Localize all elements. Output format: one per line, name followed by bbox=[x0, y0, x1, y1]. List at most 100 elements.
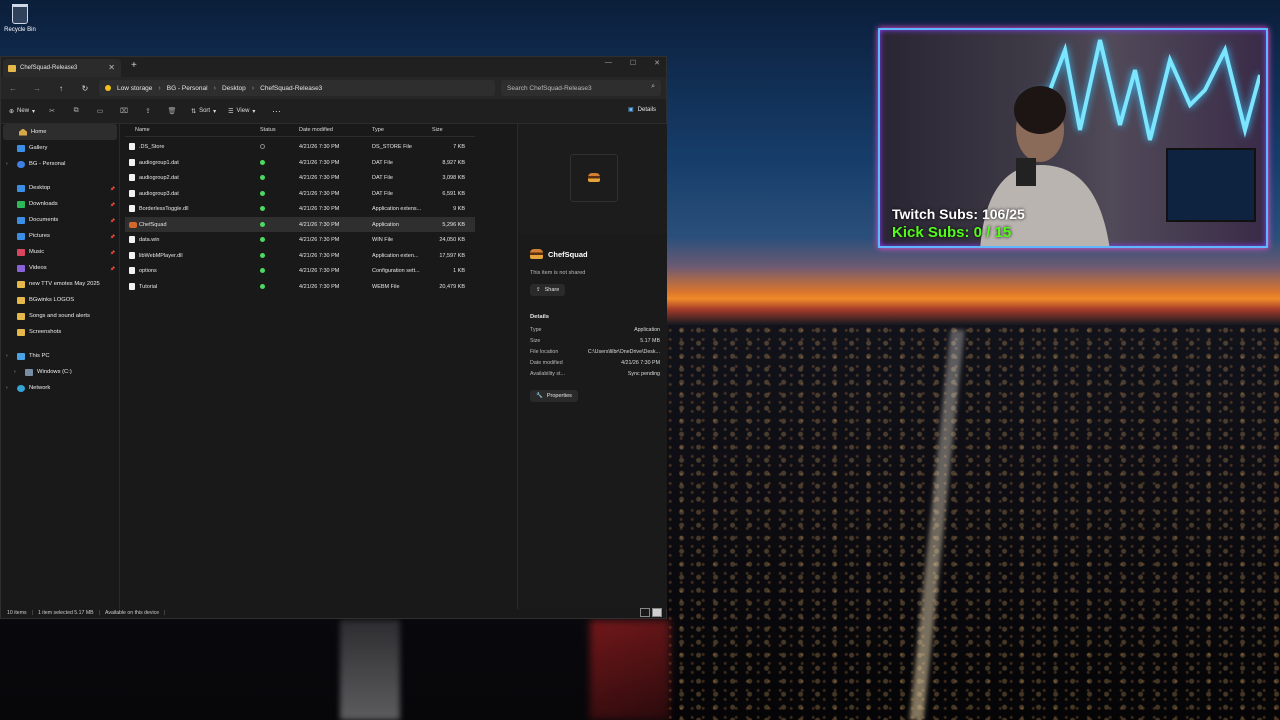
sidebar-item-bgwinks-logos[interactable]: BGwinks LOGOS bbox=[1, 292, 119, 308]
file-date: 4/21/26 7:30 PM bbox=[299, 190, 340, 197]
breadcrumb-3[interactable]: Desktop bbox=[222, 85, 246, 92]
sidebar-item-windows-c[interactable]: › Windows (C:) bbox=[1, 364, 119, 380]
sidebar-item-downloads[interactable]: Downloads 📌 bbox=[1, 196, 119, 212]
col-type[interactable]: Type bbox=[372, 127, 384, 133]
search-input[interactable]: Search ChefSquad-Release3 ⌕ bbox=[501, 80, 661, 96]
address-bar[interactable]: Low storage › BG - Personal › Desktop › … bbox=[99, 80, 495, 96]
copy-icon[interactable]: ⧉ bbox=[69, 107, 83, 115]
col-size[interactable]: Size bbox=[432, 127, 443, 133]
chevron-right-icon: › bbox=[158, 84, 161, 92]
file-icon bbox=[129, 189, 135, 197]
file-row[interactable]: .DS_Store 4/21/26 7:30 PM DS_STORE File 7 K… bbox=[125, 139, 475, 155]
desktop-icon bbox=[17, 184, 25, 192]
file-row[interactable]: Tutorial 4/21/26 7:30 PM WEBM File 20,479 K… bbox=[125, 279, 475, 295]
sidebar-item-label: new TTV emotes May 2025 bbox=[29, 281, 100, 287]
new-label: New bbox=[17, 108, 30, 114]
twitch-subs-counter: Twitch Subs: 106/25 bbox=[892, 206, 1025, 222]
sidebar-item-network[interactable]: › Network bbox=[1, 380, 119, 396]
file-row[interactable]: libWebMPlayer.dll 4/21/26 7:30 PM Applicat… bbox=[125, 248, 475, 264]
selection-info: 1 item selected 5.17 MB bbox=[37, 610, 94, 616]
file-row[interactable]: audiogroup3.dat 4/21/26 7:30 PM DAT File 6,… bbox=[125, 186, 475, 202]
chevron-right-icon[interactable]: › bbox=[6, 161, 8, 167]
sidebar-item-documents[interactable]: Documents 📌 bbox=[1, 212, 119, 228]
detail-value: Application bbox=[634, 327, 660, 333]
file-row[interactable]: data.win 4/21/26 7:30 PM WIN File 24,050 KB bbox=[125, 232, 475, 248]
sidebar-item-videos[interactable]: Videos 📌 bbox=[1, 260, 119, 276]
sidebar-item-this-pc[interactable]: › This PC bbox=[1, 348, 119, 364]
sidebar-item-bg-personal[interactable]: › BG - Personal bbox=[1, 156, 119, 172]
details-pane-button[interactable]: ▣ Details bbox=[628, 106, 656, 114]
paste-icon[interactable]: ▭ bbox=[93, 107, 107, 115]
sidebar-item-gallery[interactable]: Gallery bbox=[1, 140, 119, 156]
up-icon[interactable]: ↑ bbox=[49, 84, 73, 93]
share-note: This item is not shared bbox=[530, 270, 586, 276]
cut-icon[interactable]: ✂ bbox=[45, 107, 59, 115]
close-tab-icon[interactable]: ✕ bbox=[108, 63, 115, 72]
view-button[interactable]: ☰ View ▾ bbox=[228, 108, 255, 115]
sidebar-item-screenshots[interactable]: Screenshots bbox=[1, 324, 119, 340]
rename-icon[interactable]: ⌧ bbox=[117, 107, 131, 115]
sidebar-item-desktop[interactable]: Desktop 📌 bbox=[1, 180, 119, 196]
more-options-icon[interactable]: ··· bbox=[269, 106, 283, 116]
details-view-icon[interactable] bbox=[640, 608, 650, 617]
available-status-icon bbox=[260, 283, 265, 289]
maximize-icon[interactable]: ☐ bbox=[630, 59, 636, 67]
detail-key: Availability st... bbox=[530, 371, 565, 377]
preview-area bbox=[518, 124, 667, 234]
folder-icon bbox=[17, 296, 25, 304]
new-tab-button[interactable]: + bbox=[131, 60, 137, 71]
recycle-bin[interactable]: Recycle Bin bbox=[2, 4, 38, 33]
chevron-right-icon[interactable]: › bbox=[14, 369, 16, 375]
sidebar-item-home[interactable]: Home bbox=[3, 124, 117, 140]
minimize-icon[interactable]: — bbox=[605, 59, 612, 67]
forward-icon[interactable]: → bbox=[25, 84, 49, 93]
file-size: 3,098 KB bbox=[442, 175, 465, 181]
delete-icon[interactable]: 🗑 bbox=[165, 107, 179, 115]
detail-row: Type Application bbox=[530, 327, 660, 333]
file-row[interactable]: options 4/21/26 7:30 PM Configuration sett… bbox=[125, 263, 475, 279]
pin-icon: 📌 bbox=[110, 249, 115, 255]
file-explorer-window: ChefSquad-Release3 ✕ + — ☐ ✕ ← → ↑ ↻ Low… bbox=[0, 56, 667, 619]
file-icon bbox=[129, 236, 135, 243]
share-icon[interactable]: ⇪ bbox=[141, 107, 155, 115]
sidebar-item-label: Songs and sound alerts bbox=[29, 313, 90, 319]
sort-button[interactable]: ⇅ Sort ▾ bbox=[191, 108, 216, 115]
music-icon bbox=[17, 248, 25, 256]
share-button[interactable]: ⇪ Share bbox=[530, 284, 566, 296]
detail-row: Date modified 4/21/26 7:30 PM bbox=[530, 360, 660, 366]
file-name: ChefSquad bbox=[139, 221, 167, 228]
col-name[interactable]: Name bbox=[135, 127, 150, 133]
breadcrumb-2[interactable]: BG - Personal bbox=[167, 85, 208, 92]
sidebar-item-songs-and-sound-alerts[interactable]: Songs and sound alerts bbox=[1, 308, 119, 324]
file-row[interactable]: BorderlessToggle.dll 4/21/26 7:30 PM Appli… bbox=[125, 201, 475, 217]
breadcrumb-1[interactable]: Low storage bbox=[117, 85, 152, 92]
chevron-right-icon[interactable]: › bbox=[6, 353, 8, 359]
file-date: 4/21/26 7:30 PM bbox=[299, 144, 340, 150]
close-window-icon[interactable]: ✕ bbox=[654, 59, 660, 67]
sidebar-item-music[interactable]: Music 📌 bbox=[1, 244, 119, 260]
chevron-right-icon[interactable]: › bbox=[6, 385, 8, 391]
new-button[interactable]: ⊕ New ▾ bbox=[9, 108, 35, 115]
gallery-icon bbox=[17, 144, 25, 152]
sidebar-separator bbox=[1, 172, 119, 180]
back-icon[interactable]: ← bbox=[1, 84, 25, 93]
file-row[interactable]: ChefSquad 4/21/26 7:30 PM Application 5,296… bbox=[125, 216, 475, 232]
detail-row: Size 5.17 MB bbox=[530, 338, 660, 344]
breadcrumb-4[interactable]: ChefSquad-Release3 bbox=[260, 85, 322, 92]
file-row[interactable]: audiogroup1.dat 4/21/26 7:30 PM DAT File 8,… bbox=[125, 155, 475, 171]
tiles-view-icon[interactable] bbox=[652, 608, 662, 617]
sidebar-item-new-ttv-emotes-may-2025[interactable]: new TTV emotes May 2025 bbox=[1, 276, 119, 292]
navigation-bar: ← → ↑ ↻ Low storage › BG - Personal › De… bbox=[1, 77, 666, 99]
tab-chefsquad[interactable]: ChefSquad-Release3 ✕ bbox=[3, 59, 121, 77]
properties-button[interactable]: 🔧 Properties bbox=[530, 390, 578, 402]
refresh-icon[interactable]: ↻ bbox=[73, 84, 97, 93]
folder-icon bbox=[17, 328, 25, 336]
file-row[interactable]: audiogroup2.dat 4/21/26 7:30 PM DAT File 3,… bbox=[125, 170, 475, 186]
col-date[interactable]: Date modified bbox=[299, 127, 333, 133]
file-name: libWebMPlayer.dll bbox=[139, 252, 183, 259]
file-date: 4/21/26 7:30 PM bbox=[299, 283, 340, 290]
available-status-icon bbox=[260, 237, 265, 242]
sidebar-item-label: Downloads bbox=[29, 201, 58, 207]
sidebar-item-pictures[interactable]: Pictures 📌 bbox=[1, 228, 119, 244]
col-status[interactable]: Status bbox=[260, 127, 276, 133]
